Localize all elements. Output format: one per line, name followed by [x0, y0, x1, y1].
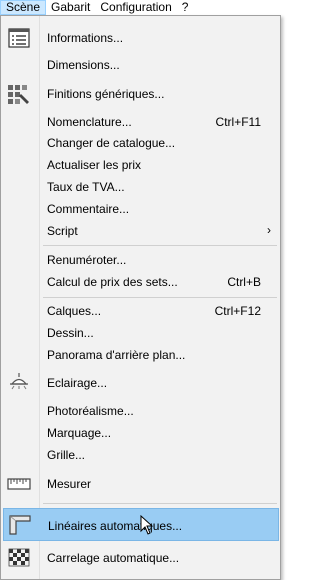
menu-item-photorealisme[interactable]: Photoréalisme...: [3, 400, 279, 422]
menu-item-label: Commentaire...: [47, 202, 130, 216]
chevron-right-icon: ›: [267, 223, 271, 237]
menu-item-panorama[interactable]: Panorama d'arrière plan...: [3, 344, 279, 366]
shortcut-label: Ctrl+F11: [215, 115, 261, 129]
menu-item-label: Panorama d'arrière plan...: [47, 348, 186, 362]
menu-item-label: Carrelage automatique...: [47, 551, 180, 565]
menu-scene[interactable]: Scène: [0, 0, 47, 15]
menu-separator: [43, 245, 277, 246]
menu-item-label: Nomenclature...: [47, 115, 132, 129]
menu-item-label: Grille...: [47, 448, 86, 462]
grid-brush-icon: [7, 84, 31, 104]
menu-item-label: Mesurer: [47, 477, 92, 491]
ceiling-lamp-icon: [7, 373, 31, 393]
checker-tile-icon: [7, 548, 31, 568]
menu-item-label: Changer de catalogue...: [47, 136, 176, 150]
menu-item-commentaire[interactable]: Commentaire...: [3, 198, 279, 220]
menu-item-changer-catalogue[interactable]: Changer de catalogue...: [3, 132, 279, 154]
menu-item-calques[interactable]: Calques... Ctrl+F12: [3, 300, 279, 322]
menu-separator: [43, 503, 277, 504]
menu-item-label: Calcul de prix des sets...: [47, 275, 178, 289]
menu-item-taux-tva[interactable]: Taux de TVA...: [3, 176, 279, 198]
menu-item-grille[interactable]: Grille...: [3, 444, 279, 466]
worktop-icon: [8, 514, 32, 535]
menu-item-label: Script: [47, 224, 78, 238]
menu-item-label: Marquage...: [47, 426, 112, 440]
menu-item-label: Finitions génériques...: [47, 87, 165, 101]
shortcut-label: Ctrl+F12: [214, 304, 261, 318]
menu-item-label: Dimensions...: [47, 58, 120, 72]
menu-item-dessin[interactable]: Dessin...: [3, 322, 279, 344]
menu-item-informations[interactable]: Informations...: [3, 27, 279, 49]
ruler-icon: [7, 474, 31, 494]
menu-item-nomenclature[interactable]: Nomenclature... Ctrl+F11: [3, 111, 279, 133]
scene-dropdown-menu: Informations... Dimensions... Finitions …: [0, 15, 281, 580]
menu-item-actualiser-prix[interactable]: Actualiser les prix: [3, 154, 279, 176]
menu-item-mesurer[interactable]: Mesurer: [3, 473, 279, 495]
menu-item-marquage[interactable]: Marquage...: [3, 422, 279, 444]
menu-item-label: Eclairage...: [47, 376, 108, 390]
menu-bar: Scène Gabarit Configuration ?: [0, 0, 282, 15]
menu-item-renumeroter[interactable]: Renuméroter...: [3, 249, 279, 271]
menu-item-label: Calques...: [47, 304, 102, 318]
menu-item-finitions[interactable]: Finitions génériques...: [3, 83, 279, 105]
menu-item-label: Linéaires automatiques...: [48, 519, 183, 533]
menu-item-label: Actualiser les prix: [47, 158, 142, 172]
menu-item-dimensions[interactable]: Dimensions...: [3, 54, 279, 76]
menu-item-carrelage-automatique[interactable]: Carrelage automatique...: [3, 547, 279, 569]
menu-item-label: Taux de TVA...: [47, 180, 125, 194]
menu-separator: [43, 297, 277, 298]
menu-gabarit[interactable]: Gabarit: [46, 0, 95, 15]
mouse-cursor-icon: [140, 515, 154, 535]
menu-item-label: Photoréalisme...: [47, 404, 134, 418]
menu-item-label: Dessin...: [47, 326, 94, 340]
menu-item-eclairage[interactable]: Eclairage...: [3, 372, 279, 394]
shortcut-label: Ctrl+B: [227, 275, 261, 289]
menu-item-calcul-prix-sets[interactable]: Calcul de prix des sets... Ctrl+B: [3, 271, 279, 293]
menu-item-label: Informations...: [47, 31, 124, 45]
list-icon: [7, 28, 31, 48]
menu-item-label: Renuméroter...: [47, 253, 127, 267]
menu-help[interactable]: ?: [177, 0, 194, 15]
menu-item-script[interactable]: Script ›: [3, 220, 279, 242]
menu-configuration[interactable]: Configuration: [95, 0, 176, 15]
